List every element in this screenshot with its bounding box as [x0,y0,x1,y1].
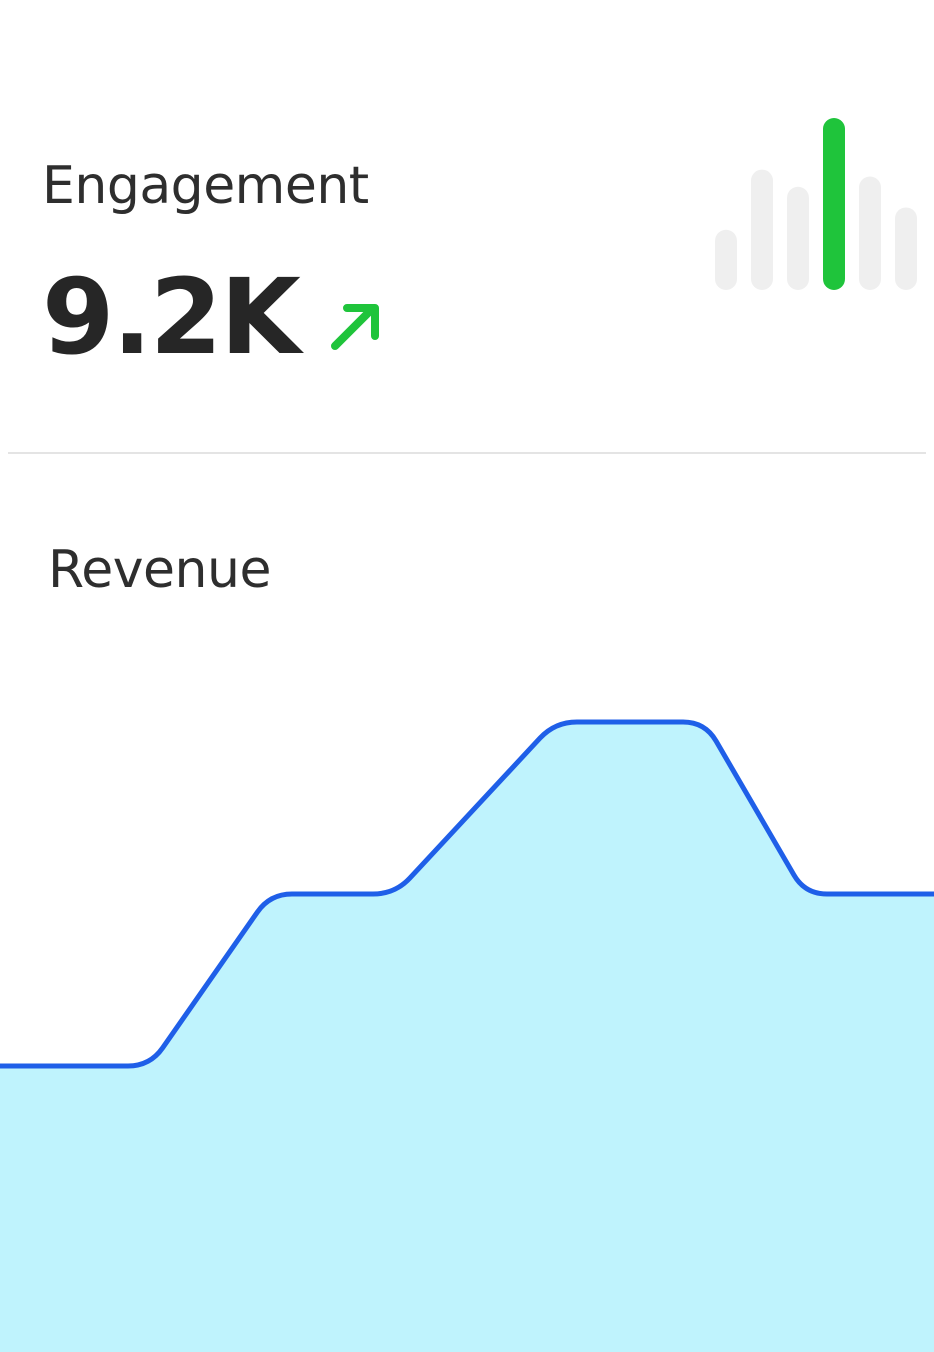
engagement-sparkline [715,118,917,290]
engagement-value-row: 9.2K [42,262,385,372]
sparkline-bar [715,229,737,290]
engagement-value: 9.2K [42,256,301,378]
engagement-label: Engagement [42,156,369,216]
engagement-card: Engagement 9.2K [0,0,934,454]
sparkline-bar [751,169,773,290]
section-divider [8,452,926,454]
revenue-section: Revenue [0,456,934,1352]
sparkline-bar [787,186,809,290]
sparkline-bar [859,176,881,290]
sparkline-bar [823,118,845,290]
sparkline-bar [895,207,917,290]
revenue-label: Revenue [48,540,271,600]
arrow-up-right-icon [330,304,379,350]
